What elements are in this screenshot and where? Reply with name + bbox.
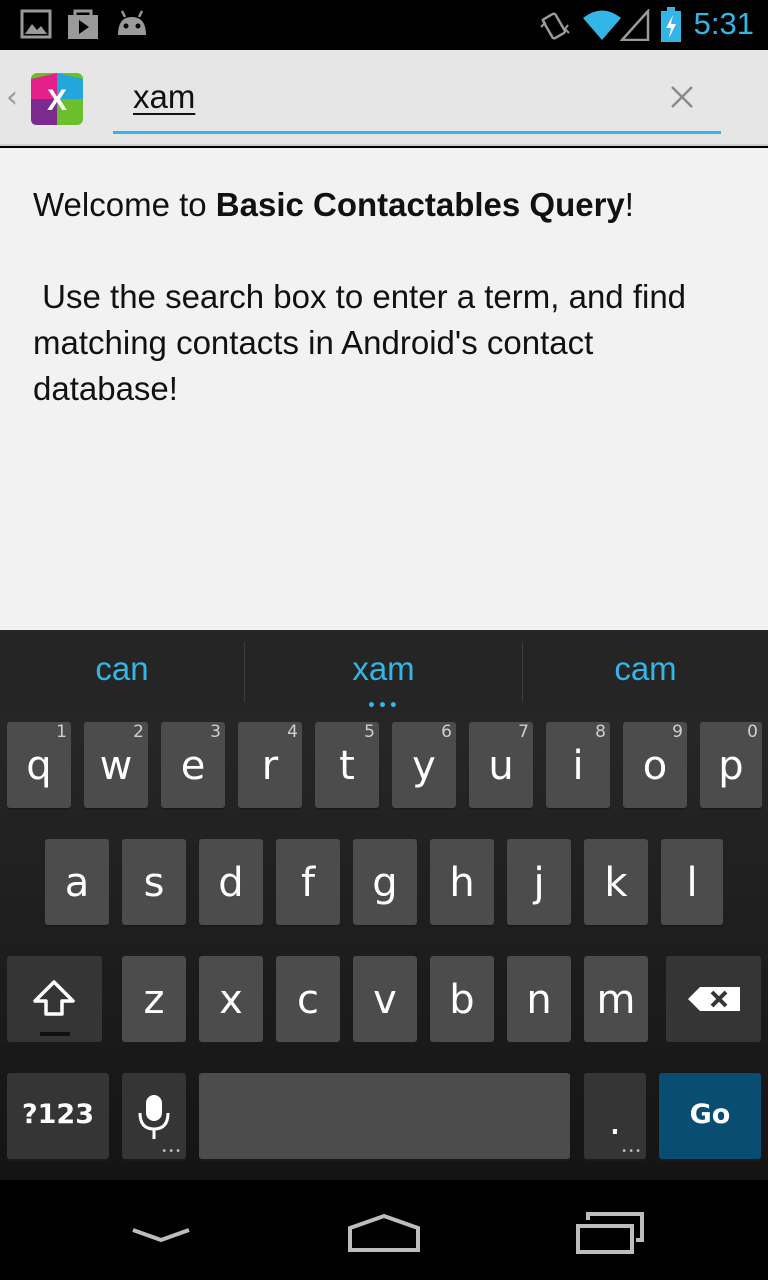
key-j[interactable]: j (507, 839, 571, 925)
navigation-bar (0, 1180, 768, 1280)
content-area: Welcome to Basic Contactables Query! Use… (0, 148, 768, 630)
recent-apps-icon[interactable] (574, 1210, 646, 1256)
key-z[interactable]: z (122, 956, 186, 1042)
key-l[interactable]: l (661, 839, 723, 925)
key-q[interactable]: q1 (7, 722, 71, 808)
close-icon[interactable] (667, 82, 697, 112)
vibrate-icon (540, 12, 570, 40)
status-time: 5:31 (693, 6, 754, 41)
more-options-icon: ••• (621, 1146, 642, 1157)
key-o[interactable]: o9 (623, 722, 687, 808)
key-g[interactable]: g (353, 839, 417, 925)
status-bar: 5:31 (0, 0, 768, 50)
key-v[interactable]: v (353, 956, 417, 1042)
suggestion-strip: can xam ••• cam (0, 630, 768, 714)
app-logo-letter: X (47, 84, 67, 117)
more-options-icon: ••• (161, 1146, 182, 1157)
key-u[interactable]: u7 (469, 722, 533, 808)
key-e[interactable]: e3 (161, 722, 225, 808)
suggestion-1[interactable]: can (0, 650, 244, 688)
battery-charging-icon (661, 7, 681, 42)
instructions-text: Use the search box to enter a term, and … (33, 278, 696, 407)
home-icon[interactable] (346, 1210, 422, 1254)
key-p[interactable]: p0 (700, 722, 762, 808)
key-w[interactable]: w2 (84, 722, 148, 808)
welcome-suffix: ! (624, 186, 634, 223)
welcome-prefix: Welcome to (33, 186, 216, 223)
go-key[interactable]: Go (659, 1073, 761, 1159)
key-s[interactable]: s (122, 839, 186, 925)
period-key[interactable]: . ••• (584, 1073, 646, 1159)
android-icon (118, 10, 146, 35)
search-query[interactable]: xam (133, 78, 195, 116)
backspace-icon (688, 987, 740, 1011)
key-r[interactable]: r4 (238, 722, 302, 808)
key-f[interactable]: f (276, 839, 340, 925)
gallery-icon (20, 9, 52, 39)
key-i[interactable]: i8 (546, 722, 610, 808)
wifi-icon (583, 10, 621, 40)
key-y[interactable]: y6 (392, 722, 456, 808)
soft-keyboard: can xam ••• cam q1 w2 e3 r4 t5 y6 u7 i8 … (0, 630, 768, 1180)
key-k[interactable]: k (584, 839, 648, 925)
key-c[interactable]: c (276, 956, 340, 1042)
backspace-key[interactable] (666, 956, 761, 1042)
suggestion-3[interactable]: cam (523, 650, 768, 688)
action-bar: ‹ X xam (0, 50, 768, 146)
space-key[interactable] (199, 1073, 570, 1159)
key-b[interactable]: b (430, 956, 494, 1042)
suggestion-2[interactable]: xam (245, 650, 522, 688)
shift-icon (33, 980, 75, 1036)
play-store-icon (68, 9, 98, 39)
app-name: Basic Contactables Query (215, 186, 625, 223)
key-n[interactable]: n (507, 956, 571, 1042)
key-t[interactable]: t5 (315, 722, 379, 808)
symbols-key[interactable]: ?123 (7, 1073, 109, 1159)
search-input[interactable]: xam (113, 68, 721, 134)
key-h[interactable]: h (430, 839, 494, 925)
hide-keyboard-icon[interactable] (130, 1210, 192, 1250)
shift-key[interactable] (7, 956, 102, 1042)
voice-input-key[interactable]: ••• (122, 1073, 186, 1159)
key-x[interactable]: x (199, 956, 263, 1042)
welcome-text: Welcome to Basic Contactables Query! (33, 182, 736, 228)
chevron-left-icon[interactable]: ‹ (6, 80, 18, 115)
key-m[interactable]: m (584, 956, 648, 1042)
key-a[interactable]: a (45, 839, 109, 925)
signal-icon (620, 9, 650, 41)
key-d[interactable]: d (199, 839, 263, 925)
more-suggestions-icon: ••• (367, 698, 400, 714)
app-logo[interactable]: X (30, 72, 84, 126)
